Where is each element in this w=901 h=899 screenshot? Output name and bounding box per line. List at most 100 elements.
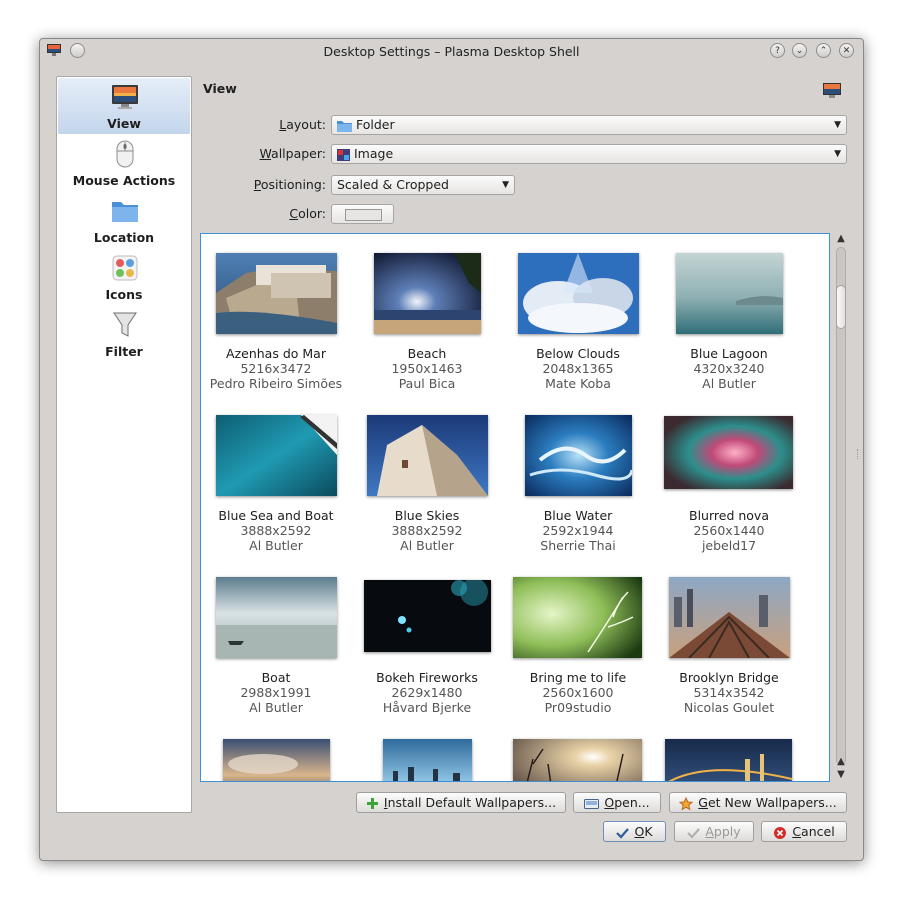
wallpaper-name: Bokeh Fireworks [376,670,478,685]
resize-grip[interactable] [857,449,861,459]
wallpaper-name: Blue Skies [394,508,460,523]
wallpaper-author: Al Butler [249,538,303,553]
wallpaper-name: Blue Lagoon [690,346,768,361]
wallpaper-select[interactable]: Image ▼ [331,144,847,164]
positioning-select[interactable]: Scaled & Cropped ▼ [331,175,515,195]
wallpaper-size: 5314x3542 [693,685,765,700]
install-default-wallpapers-button[interactable]: Install Default Wallpapers... [356,792,566,813]
layout-label: Layout: [279,117,326,132]
monitor-icon [112,85,138,109]
settings-window: Desktop Settings – Plasma Desktop Shell … [39,38,864,861]
sidebar-item-mouse-actions[interactable]: Mouse Actions [58,135,190,191]
wallpaper-name: Below Clouds [536,346,620,361]
title-bar[interactable]: Desktop Settings – Plasma Desktop Shell … [40,39,863,65]
wallpaper-author: Paul Bica [398,376,456,391]
wallpaper-author: Al Butler [702,376,756,391]
wallpaper-size: 2048x1365 [542,361,614,376]
wallpaper-size: 3888x2592 [391,523,463,538]
wallpaper-name: Azenhas do Mar [226,346,326,361]
checkmark-icon [687,827,701,839]
window-title: Desktop Settings – Plasma Desktop Shell [323,44,580,59]
wallpaper-name: Blue Sea and Boat [218,508,334,523]
wallpaper-grid[interactable]: Azenhas do Mar 5216x3472 Pedro Ribeiro S… [200,233,830,782]
folder-icon [112,202,138,222]
wallpaper-name: Blue Water [543,508,613,523]
wallpaper-thumbnail [669,577,790,658]
grid-scrollbar[interactable]: ▲ ▲ ▼ [834,233,848,782]
help-button[interactable]: ? [770,43,785,58]
wallpaper-thumbnail [367,415,488,496]
apply-button[interactable]: Apply [674,821,754,842]
cancel-icon [774,826,787,839]
chevron-down-icon: ▼ [834,149,841,159]
cancel-button[interactable]: Cancel [761,821,847,842]
sidebar-item-label: Filter [105,344,143,359]
maximize-button[interactable]: ⌃ [816,43,831,58]
wallpaper-name: Blurred nova [689,508,769,523]
wallpaper-author: Nicolas Goulet [683,700,775,715]
wallpaper-label: Wallpaper: [259,146,326,161]
wallpaper-size: 5216x3472 [240,361,312,376]
minimize-button[interactable]: ⌄ [792,43,807,58]
page-title: View [203,81,237,96]
wallpaper-thumbnail [216,415,337,496]
wallpaper-size: 2560x1440 [693,523,765,538]
wallpaper-size: 2592x1944 [542,523,614,538]
funnel-icon [113,312,137,337]
wallpaper-thumbnail [216,577,337,658]
open-button[interactable]: Open... [573,792,661,813]
layout-select[interactable]: Folder ▼ [331,115,847,135]
scroll-up-arrow-icon[interactable]: ▲ [834,756,848,768]
wallpaper-size: 2560x1600 [542,685,614,700]
wallpaper-thumbnail [364,580,491,652]
sidebar-item-filter[interactable]: Filter [58,306,190,362]
get-new-wallpapers-button[interactable]: Get New Wallpapers... [669,792,847,813]
wallpaper-size: 4320x3240 [693,361,765,376]
wallpaper-name: Beach [407,346,447,361]
wallpaper-size: 2988x1991 [240,685,312,700]
sidebar-item-icons[interactable]: Icons [58,249,190,305]
star-icon [679,796,694,811]
wallpaper-thumbnail [223,739,330,781]
wallpaper-size: 1950x1463 [391,361,463,376]
wallpaper-name: Boat [261,670,291,685]
scrollbar-handle[interactable] [836,285,846,329]
chevron-down-icon: ▼ [834,120,841,130]
wallpaper-thumbnail [513,577,642,658]
wallpaper-author: Mate Koba [545,376,611,391]
wallpaper-name: Bring me to life [529,670,627,685]
wallpaper-thumbnail [664,416,793,489]
wallpaper-size: 3888x2592 [240,523,312,538]
sidebar-item-label: Mouse Actions [72,173,176,188]
disk-drive-icon [584,799,600,809]
mouse-icon [116,140,134,168]
image-icon [337,148,350,161]
sidebar-item-label: View [107,116,141,131]
wallpaper-thumbnail [513,739,642,781]
sidebar-item-view[interactable]: View [58,78,190,134]
icons-icon [112,255,138,281]
wallpaper-author: Pedro Ribeiro Simões [209,376,343,391]
wallpaper-thumbnail [525,415,632,496]
positioning-value: Scaled & Cropped [337,177,449,192]
positioning-label: Positioning: [253,177,326,192]
monitor-icon [823,83,841,98]
wallpaper-thumbnail [518,253,639,334]
layout-value: Folder [356,117,395,132]
color-label: Color: [289,206,326,221]
scroll-up-arrow-icon[interactable]: ▲ [834,233,848,245]
wallpaper-thumbnail [216,253,337,334]
folder-icon [337,120,352,132]
wallpaper-author: jebeld17 [701,538,757,553]
color-picker-button[interactable] [331,204,394,224]
sidebar-item-label: Icons [105,287,143,302]
sidebar: View Mouse Actions Location Icons Filter [56,76,192,813]
sidebar-item-location[interactable]: Location [58,192,190,248]
plus-icon [366,798,378,809]
wallpaper-author: Pr09studio [544,700,612,715]
close-button[interactable]: ✕ [839,43,854,58]
scroll-down-arrow-icon[interactable]: ▼ [834,769,848,781]
ok-button[interactable]: OK [603,821,666,842]
wallpaper-value: Image [354,146,394,161]
wallpaper-thumbnail [676,253,783,334]
